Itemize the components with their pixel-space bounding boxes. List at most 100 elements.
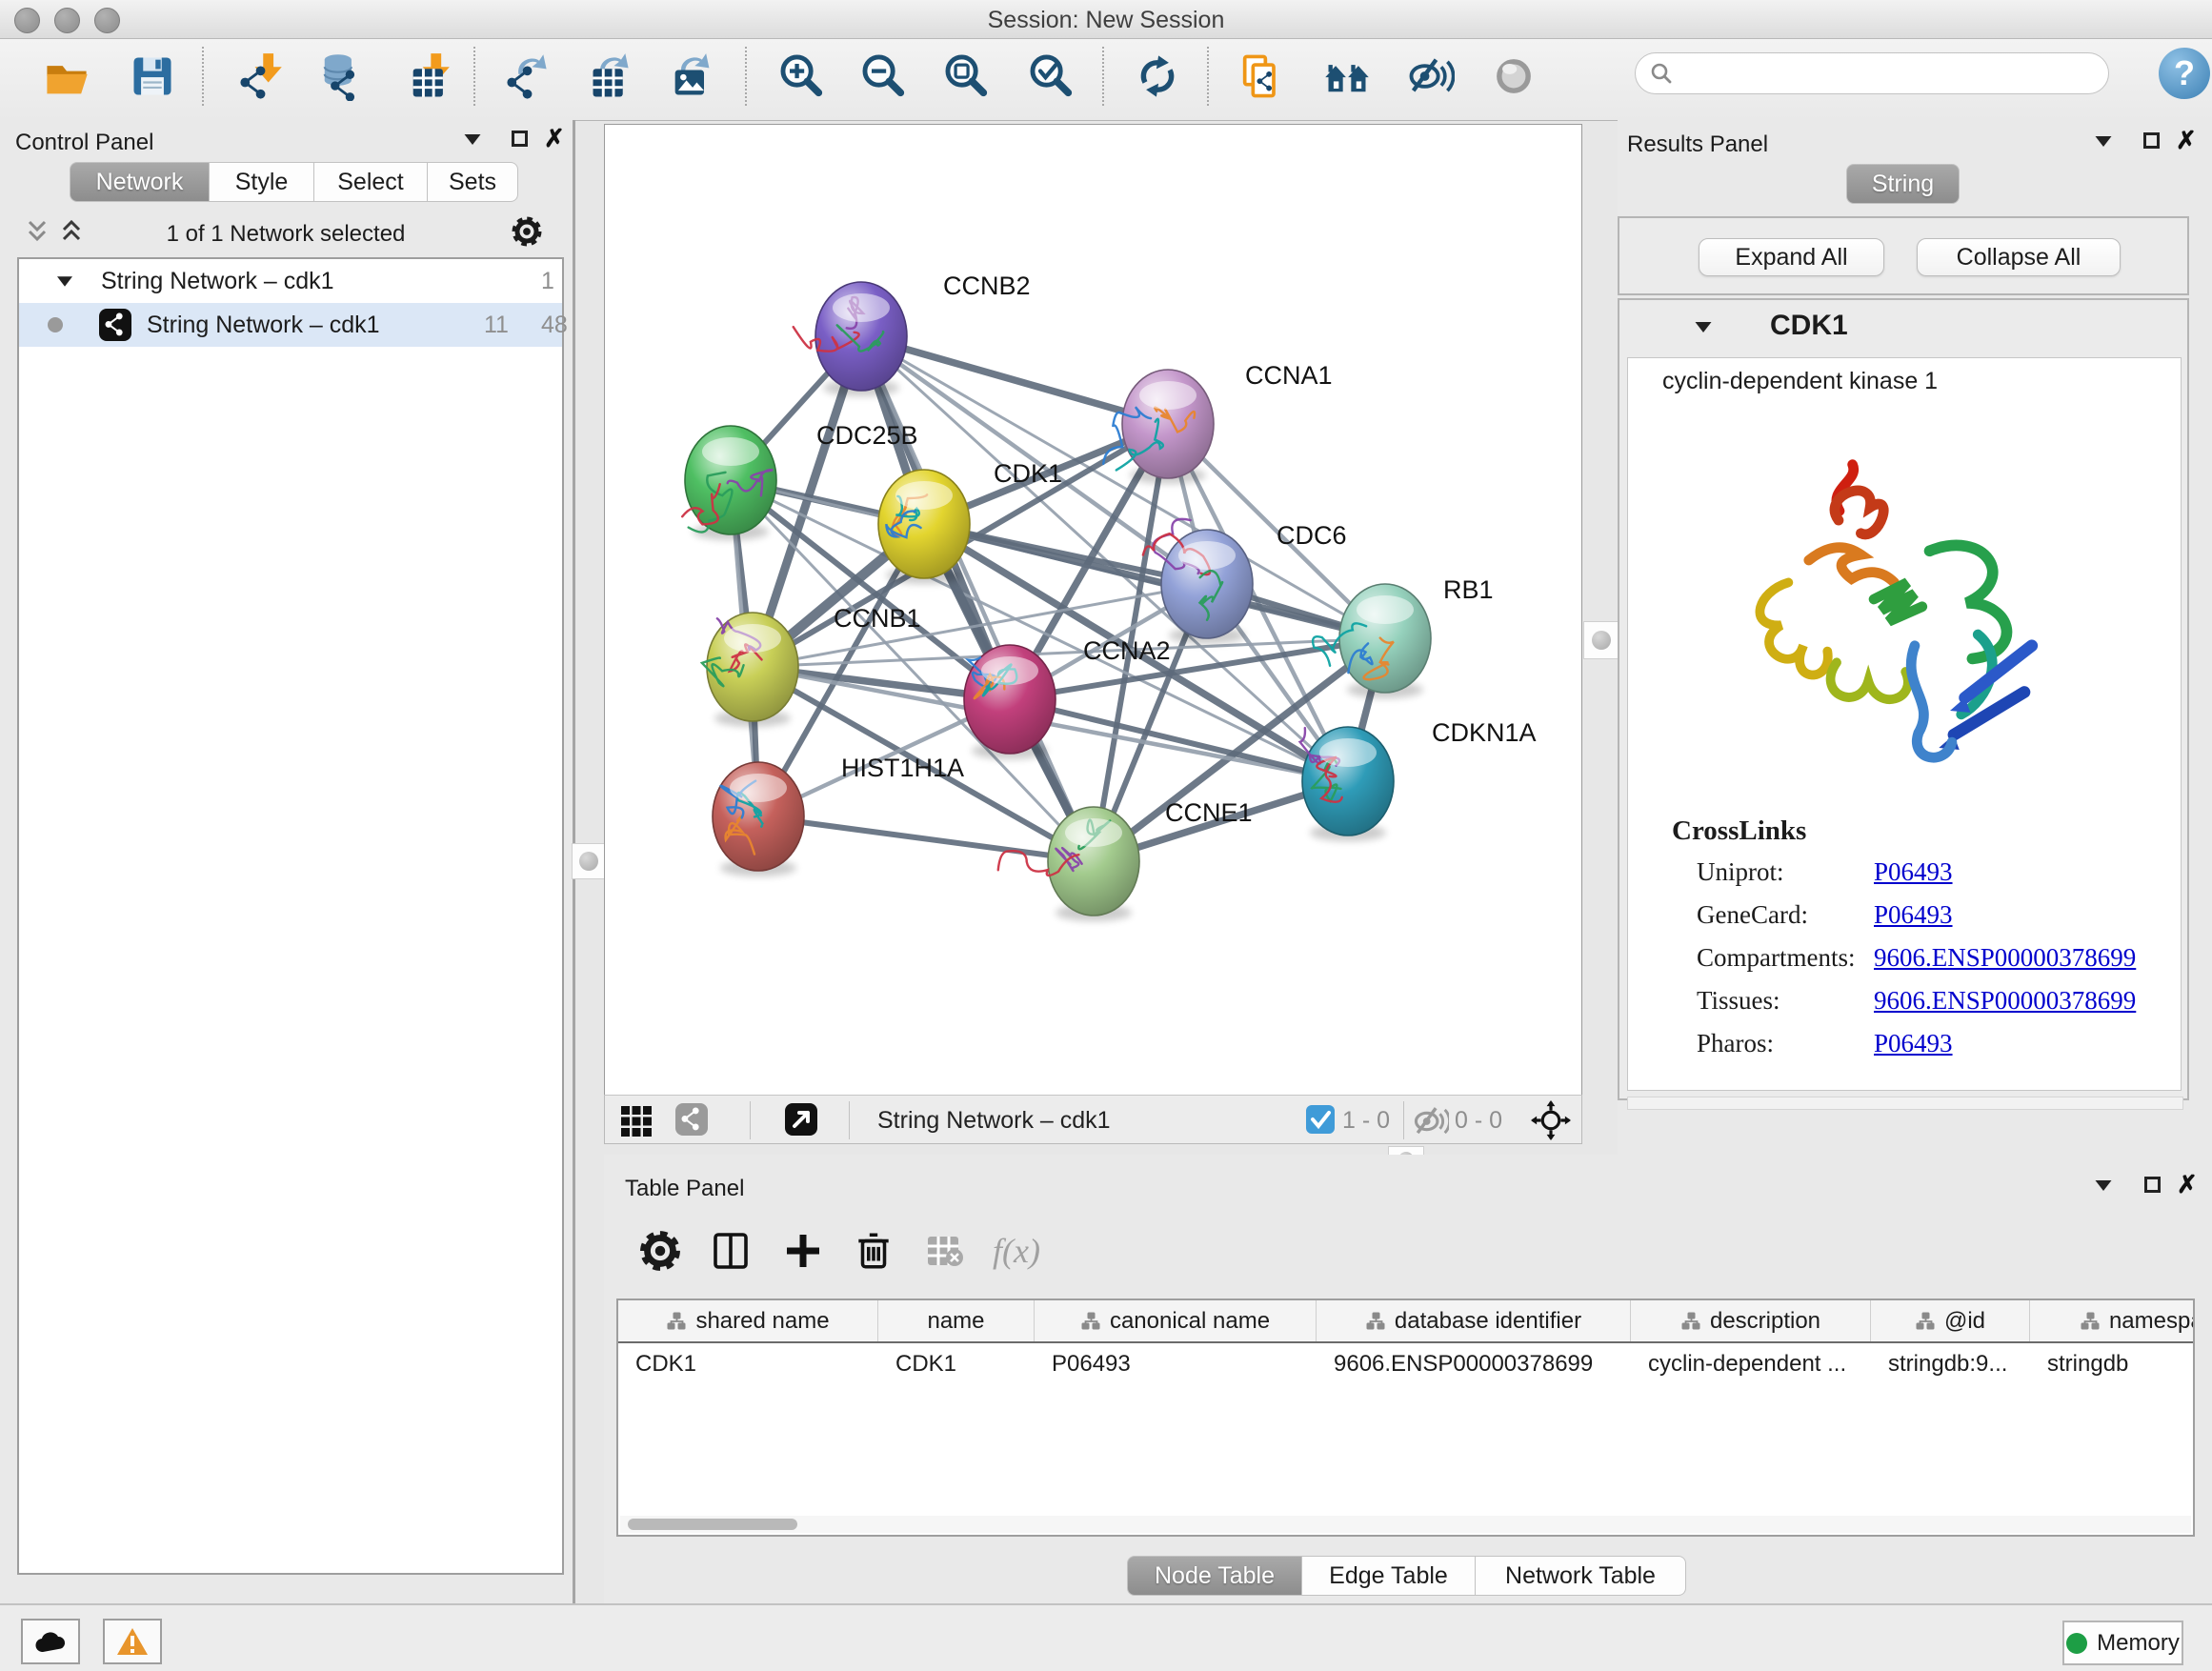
tab-edge-table[interactable]: Edge Table — [1302, 1556, 1476, 1596]
table-options-gear-icon[interactable] — [638, 1229, 682, 1273]
column-header-description[interactable]: description — [1631, 1300, 1871, 1341]
collapse-all-networks-icon[interactable] — [25, 219, 50, 244]
import-database-icon[interactable] — [315, 51, 365, 101]
table-cell[interactable]: stringdb — [2030, 1343, 2195, 1385]
export-image-icon[interactable] — [667, 51, 716, 101]
collection-count: 1 — [541, 268, 554, 295]
title-bar: Session: New Session — [0, 0, 2212, 39]
table-cell[interactable]: CDK1 — [618, 1343, 878, 1385]
delete-column-trash-icon[interactable] — [852, 1229, 895, 1273]
node-CCNA1[interactable] — [1103, 370, 1214, 484]
zoom-fit-icon[interactable] — [942, 51, 992, 101]
status-bar: Memory — [0, 1603, 2212, 1671]
hide-selected-icon[interactable] — [1405, 51, 1455, 101]
string-view-icon[interactable] — [675, 1103, 708, 1136]
fit-selected-crosshair-icon[interactable] — [1531, 1100, 1571, 1140]
right-splitter-handle[interactable] — [1583, 621, 1619, 659]
open-in-window-icon[interactable] — [785, 1103, 817, 1136]
selected-checkbox[interactable] — [1306, 1105, 1335, 1134]
collapse-panel-icon[interactable] — [2096, 1180, 2112, 1191]
zoom-in-icon[interactable] — [777, 51, 827, 101]
node-HIST1H1A[interactable] — [713, 762, 804, 876]
tab-style[interactable]: Style — [210, 162, 314, 202]
node-label-CDC6: CDC6 — [1277, 521, 1347, 550]
zoom-out-icon[interactable] — [859, 51, 909, 101]
column-header-canonical-name[interactable]: canonical name — [1035, 1300, 1317, 1341]
close-panel-icon[interactable]: ✗ — [2176, 131, 2197, 150]
tab-node-table[interactable]: Node Table — [1127, 1556, 1302, 1596]
table-cell[interactable]: P06493 — [1035, 1343, 1317, 1385]
table-cell[interactable]: cyclin-dependent ... — [1631, 1343, 1871, 1385]
table-row[interactable]: CDK1CDK1P064939606.ENSP00000378699cyclin… — [618, 1343, 2193, 1385]
table-hscrollbar[interactable] — [620, 1516, 2191, 1533]
close-panel-icon[interactable]: ✗ — [2177, 1175, 2198, 1194]
node-CCNB2[interactable] — [794, 282, 907, 396]
close-panel-icon[interactable]: ✗ — [544, 129, 565, 148]
float-panel-icon[interactable] — [512, 131, 528, 147]
column-header-database-identifier[interactable]: database identifier — [1317, 1300, 1631, 1341]
node-CCNE1[interactable] — [998, 807, 1139, 921]
table-cell[interactable]: stringdb:9... — [1871, 1343, 2030, 1385]
collapse-panel-icon[interactable] — [2096, 136, 2112, 147]
column-header-shared-name[interactable]: shared name — [618, 1300, 878, 1341]
expand-all-networks-icon[interactable] — [59, 219, 84, 244]
network-options-gear-icon[interactable] — [511, 215, 543, 248]
tab-network-table[interactable]: Network Table — [1476, 1556, 1686, 1596]
node-CDC25B[interactable] — [682, 426, 776, 540]
tab-sets[interactable]: Sets — [428, 162, 518, 202]
edge-HIST1H1A-CCNE1[interactable] — [758, 816, 1094, 861]
node-label-CCNA2: CCNA2 — [1083, 636, 1171, 665]
crosslink-value-link[interactable]: P06493 — [1874, 1029, 1953, 1058]
float-panel-icon[interactable] — [2143, 132, 2160, 149]
tab-select[interactable]: Select — [314, 162, 428, 202]
annotations-icon[interactable] — [1237, 51, 1286, 101]
first-neighbors-icon[interactable] — [1322, 51, 1372, 101]
memory-button[interactable]: Memory — [2062, 1621, 2183, 1665]
refresh-icon[interactable] — [1133, 51, 1182, 101]
open-session-icon[interactable] — [42, 51, 91, 101]
network-view[interactable]: CCNB2CCNA1CDC25BCDK1CDC6RB1CCNB1CCNA2CDK… — [604, 124, 1582, 1096]
create-column-plus-icon[interactable] — [781, 1229, 825, 1273]
search-field[interactable] — [1635, 52, 2109, 94]
results-scrollbar[interactable] — [1627, 1097, 2183, 1110]
column-header-name[interactable]: name — [878, 1300, 1035, 1341]
tab-network[interactable]: Network — [70, 162, 210, 202]
crosslink-value-link[interactable]: 9606.ENSP00000378699 — [1874, 986, 2136, 1016]
crosslink-row: Tissues:9606.ENSP00000378699 — [1697, 986, 2154, 1029]
float-panel-icon[interactable] — [2144, 1177, 2161, 1193]
collapse-all-button[interactable]: Collapse All — [1917, 238, 2121, 276]
cloud-status-button[interactable] — [21, 1619, 80, 1664]
table-tabs: Node TableEdge TableNetwork Table — [1127, 1556, 1686, 1596]
crosslink-value-link[interactable]: P06493 — [1874, 857, 1953, 887]
tree-column-icon — [1915, 1312, 1936, 1331]
import-network-icon[interactable] — [235, 51, 285, 101]
node-CCNB1[interactable] — [702, 613, 798, 727]
network-collection-row[interactable]: String Network – cdk1 1 — [19, 259, 562, 303]
save-session-icon[interactable] — [128, 51, 177, 101]
expand-all-button[interactable]: Expand All — [1699, 238, 1884, 276]
collapse-panel-icon[interactable] — [465, 134, 481, 145]
crosslink-value-link[interactable]: P06493 — [1874, 900, 1953, 930]
gene-collapse-icon[interactable] — [1696, 322, 1712, 332]
export-table-icon[interactable] — [584, 51, 633, 101]
zoom-selected-icon[interactable] — [1027, 51, 1076, 101]
divider — [1403, 1101, 1404, 1139]
grid-view-icon[interactable] — [620, 1105, 653, 1137]
hidden-count: 0 - 0 — [1455, 1107, 1502, 1135]
network-row-selected[interactable]: String Network – cdk1 11 48 — [19, 303, 562, 347]
import-table-icon[interactable] — [402, 51, 452, 101]
search-input[interactable] — [1674, 59, 2087, 88]
node-CDKN1A[interactable] — [1300, 727, 1394, 841]
tab-string[interactable]: String — [1846, 164, 1960, 204]
help-button[interactable]: ? — [2159, 48, 2210, 99]
table-cell[interactable]: CDK1 — [878, 1343, 1035, 1385]
crosslink-value-link[interactable]: 9606.ENSP00000378699 — [1874, 943, 2136, 973]
left-splitter-handle[interactable] — [572, 843, 606, 879]
column-header-@id[interactable]: @id — [1871, 1300, 2030, 1341]
export-network-icon[interactable] — [502, 51, 552, 101]
table-cell[interactable]: 9606.ENSP00000378699 — [1317, 1343, 1631, 1385]
collection-expand-icon[interactable] — [57, 276, 72, 286]
show-columns-icon[interactable] — [709, 1229, 753, 1273]
warnings-button[interactable] — [103, 1619, 162, 1664]
column-header-namespace[interactable]: namespace — [2030, 1300, 2195, 1341]
